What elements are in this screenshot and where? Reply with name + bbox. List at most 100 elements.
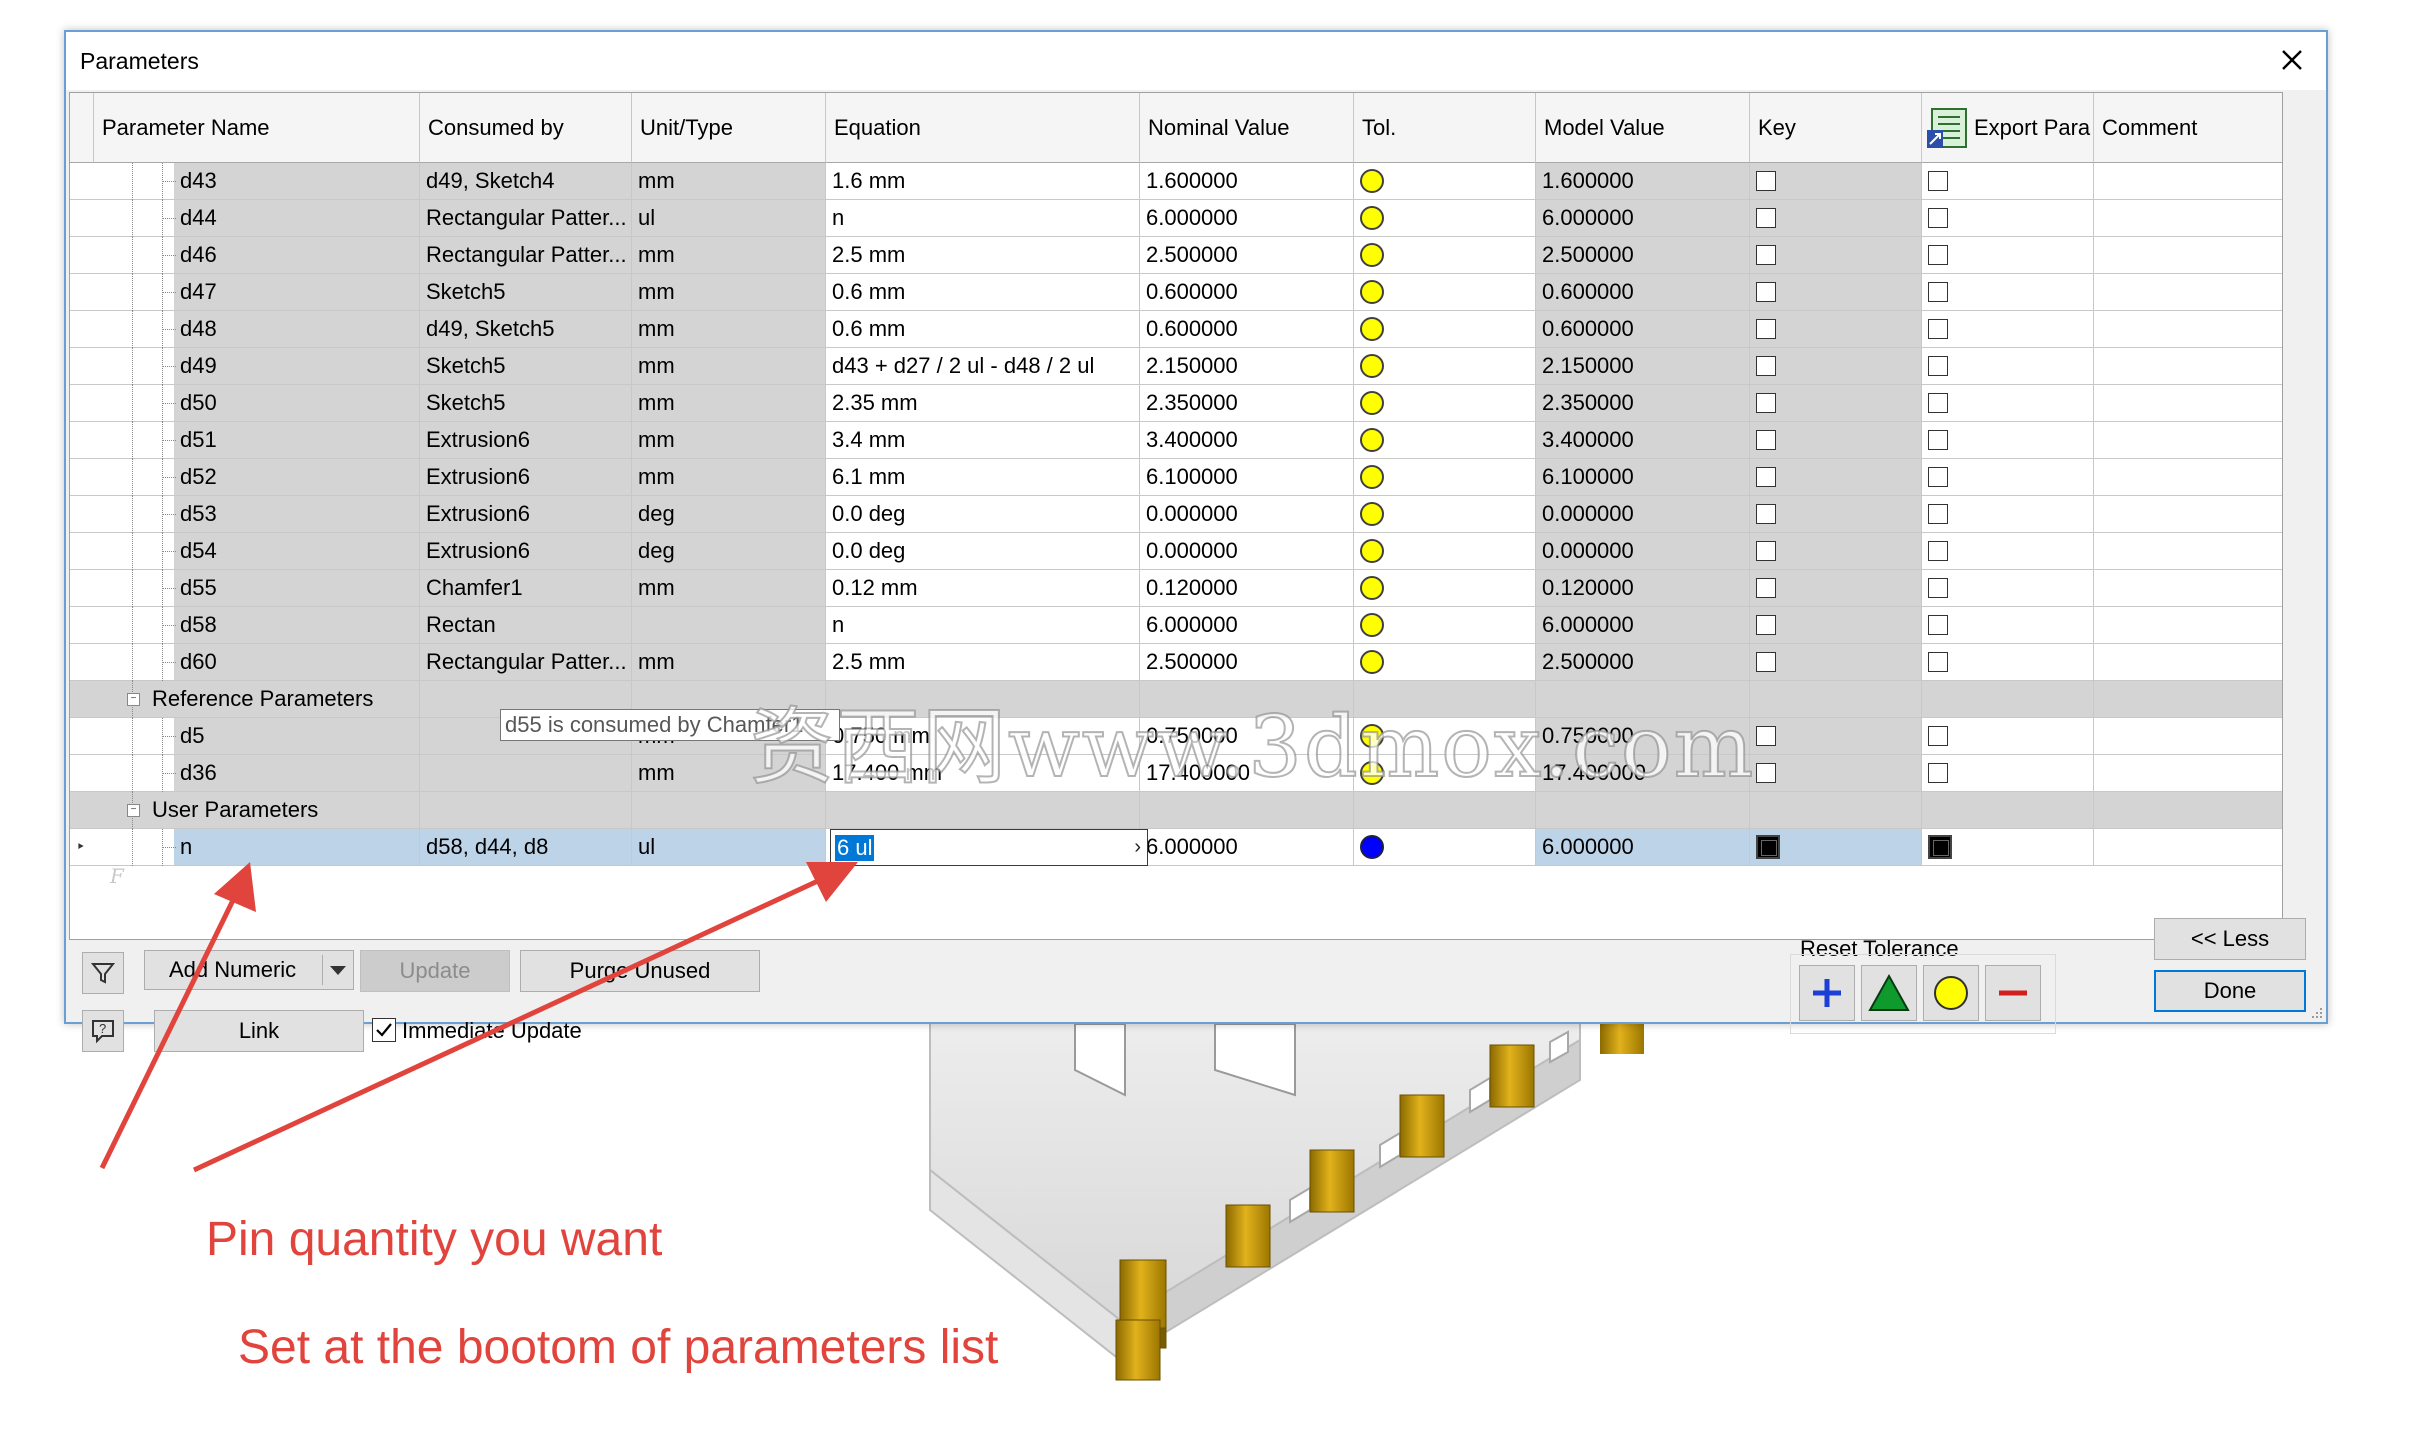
median-tolerance-button[interactable]	[1861, 965, 1917, 1021]
cell-export[interactable]	[1922, 385, 2094, 422]
cell-name[interactable]: d46	[174, 237, 420, 274]
column-header-model[interactable]: Model Value	[1536, 93, 1750, 163]
cell-equation[interactable]: 6.1 mm	[826, 459, 1140, 496]
cell-equation[interactable]: d43 + d27 / 2 ul - d48 / 2 ul	[826, 348, 1140, 385]
cell-nominal[interactable]: 0.600000	[1140, 311, 1354, 348]
cell-equation[interactable]: n	[826, 607, 1140, 644]
done-button[interactable]: Done	[2154, 970, 2306, 1012]
cell-nominal[interactable]: 6.000000	[1140, 829, 1354, 866]
cell-equation[interactable]: 2.5 mm	[826, 237, 1140, 274]
cell-nominal[interactable]: 2.500000	[1140, 237, 1354, 274]
tolerance-indicator-icon[interactable]	[1360, 576, 1384, 600]
parameter-row[interactable]: d55 Chamfer1 mm 0.12 mm 0.120000 0.120000	[70, 570, 2282, 607]
cell-name[interactable]: d53	[174, 496, 420, 533]
cell-key[interactable]	[1750, 496, 1922, 533]
cell-key[interactable]	[1750, 348, 1922, 385]
cell-consumed[interactable]: Sketch5	[420, 348, 632, 385]
parameter-row[interactable]: d53 Extrusion6 deg 0.0 deg 0.000000 0.000000	[70, 496, 2282, 533]
cell-nominal[interactable]: 0.000000	[1140, 533, 1354, 570]
parameter-row[interactable]: d44 Rectangular Patter... ul n 6.000000 6.000…	[70, 200, 2282, 237]
cell-export[interactable]	[1922, 311, 2094, 348]
cell-name[interactable]: d43	[174, 163, 420, 200]
cell-key[interactable]	[1750, 718, 1922, 755]
cell-equation[interactable]: 0.0 deg	[826, 496, 1140, 533]
parameter-row[interactable]: n d58, d44, d8 ul 6.000000 6.000000 ‣ 6 ul ›	[70, 829, 2282, 866]
column-header-tol[interactable]: Tol.	[1354, 93, 1536, 163]
cell-consumed[interactable]: Sketch5	[420, 385, 632, 422]
cell-consumed[interactable]: d58, d44, d8	[420, 829, 632, 866]
cell-comment[interactable]	[2094, 607, 2282, 644]
export-checkbox[interactable]	[1928, 467, 1948, 487]
cell-nominal[interactable]: 0.000000	[1140, 496, 1354, 533]
cell-unit[interactable]: mm	[632, 459, 826, 496]
cell-equation[interactable]: 0.6 mm	[826, 311, 1140, 348]
export-checkbox[interactable]	[1928, 541, 1948, 561]
cell-key[interactable]	[1750, 163, 1922, 200]
parameter-row[interactable]: d48 d49, Sketch5 mm 0.6 mm 0.600000 0.600000	[70, 311, 2282, 348]
export-checkbox[interactable]	[1928, 393, 1948, 413]
key-checkbox[interactable]	[1756, 504, 1776, 524]
key-checkbox[interactable]	[1756, 393, 1776, 413]
cell-name[interactable]: d44	[174, 200, 420, 237]
cell-model[interactable]: 0.600000	[1536, 311, 1750, 348]
cell-tol[interactable]	[1354, 422, 1536, 459]
cell-tol[interactable]	[1354, 607, 1536, 644]
export-checkbox[interactable]	[1928, 835, 1952, 859]
cell-unit[interactable]: mm	[632, 274, 826, 311]
cell-name[interactable]: d54	[174, 533, 420, 570]
column-header-name[interactable]: Parameter Name	[94, 93, 420, 163]
cell-model[interactable]: 1.600000	[1536, 163, 1750, 200]
cell-tol[interactable]	[1354, 644, 1536, 681]
key-checkbox[interactable]	[1756, 467, 1776, 487]
key-checkbox[interactable]	[1756, 652, 1776, 672]
cell-name[interactable]: d55	[174, 570, 420, 607]
cell-tol[interactable]	[1354, 829, 1536, 866]
cell-model[interactable]: 6.000000	[1536, 200, 1750, 237]
cell-nominal[interactable]: 2.150000	[1140, 348, 1354, 385]
cell-model[interactable]: 6.100000	[1536, 459, 1750, 496]
cell-key[interactable]	[1750, 311, 1922, 348]
cell-name[interactable]: d58	[174, 607, 420, 644]
parameter-row[interactable]: d52 Extrusion6 mm 6.1 mm 6.100000 6.100000	[70, 459, 2282, 496]
cell-key[interactable]	[1750, 755, 1922, 792]
cell-name[interactable]: d5	[174, 718, 420, 755]
cell-model[interactable]: 6.000000	[1536, 829, 1750, 866]
parameter-row[interactable]: d50 Sketch5 mm 2.35 mm 2.350000 2.350000	[70, 385, 2282, 422]
chevron-down-icon[interactable]	[329, 965, 347, 977]
column-header-nominal[interactable]: Nominal Value	[1140, 93, 1354, 163]
cell-name[interactable]: d48	[174, 311, 420, 348]
cell-comment[interactable]	[2094, 829, 2282, 866]
key-checkbox[interactable]	[1756, 541, 1776, 561]
cell-export[interactable]	[1922, 200, 2094, 237]
parameter-row[interactable]: d49 Sketch5 mm d43 + d27 / 2 ul - d48 / 2 u…	[70, 348, 2282, 385]
cell-export[interactable]	[1922, 533, 2094, 570]
cell-export[interactable]	[1922, 829, 2094, 866]
tolerance-indicator-icon[interactable]	[1360, 391, 1384, 415]
cell-export[interactable]	[1922, 718, 2094, 755]
cell-key[interactable]	[1750, 200, 1922, 237]
tolerance-indicator-icon[interactable]	[1360, 169, 1384, 193]
cell-equation[interactable]: 0.0 deg	[826, 533, 1140, 570]
cell-consumed[interactable]: Rectan	[420, 607, 632, 644]
cell-equation[interactable]: 1.6 mm	[826, 163, 1140, 200]
close-icon[interactable]	[2274, 42, 2310, 78]
export-checkbox[interactable]	[1928, 763, 1948, 783]
parameter-row[interactable]: d58 Rectan n 6.000000 6.000000	[70, 607, 2282, 644]
cell-nominal[interactable]: 0.600000	[1140, 274, 1354, 311]
cell-consumed[interactable]: d49, Sketch4	[420, 163, 632, 200]
export-checkbox[interactable]	[1928, 208, 1948, 228]
cell-key[interactable]	[1750, 274, 1922, 311]
key-checkbox[interactable]	[1756, 430, 1776, 450]
cell-tol[interactable]	[1354, 570, 1536, 607]
cell-comment[interactable]	[2094, 718, 2282, 755]
cell-unit[interactable]: mm	[632, 348, 826, 385]
tolerance-indicator-icon[interactable]	[1360, 613, 1384, 637]
parameter-row[interactable]: d43 d49, Sketch4 mm 1.6 mm 1.600000 1.600000	[70, 163, 2282, 200]
cell-tol[interactable]	[1354, 274, 1536, 311]
equation-selected-text[interactable]: 6 ul	[835, 834, 875, 861]
key-checkbox[interactable]	[1756, 356, 1776, 376]
cell-unit[interactable]: mm	[632, 644, 826, 681]
key-checkbox[interactable]	[1756, 615, 1776, 635]
parameter-row[interactable]: d46 Rectangular Patter... mm 2.5 mm 2.500000…	[70, 237, 2282, 274]
tolerance-indicator-icon[interactable]	[1360, 354, 1384, 378]
